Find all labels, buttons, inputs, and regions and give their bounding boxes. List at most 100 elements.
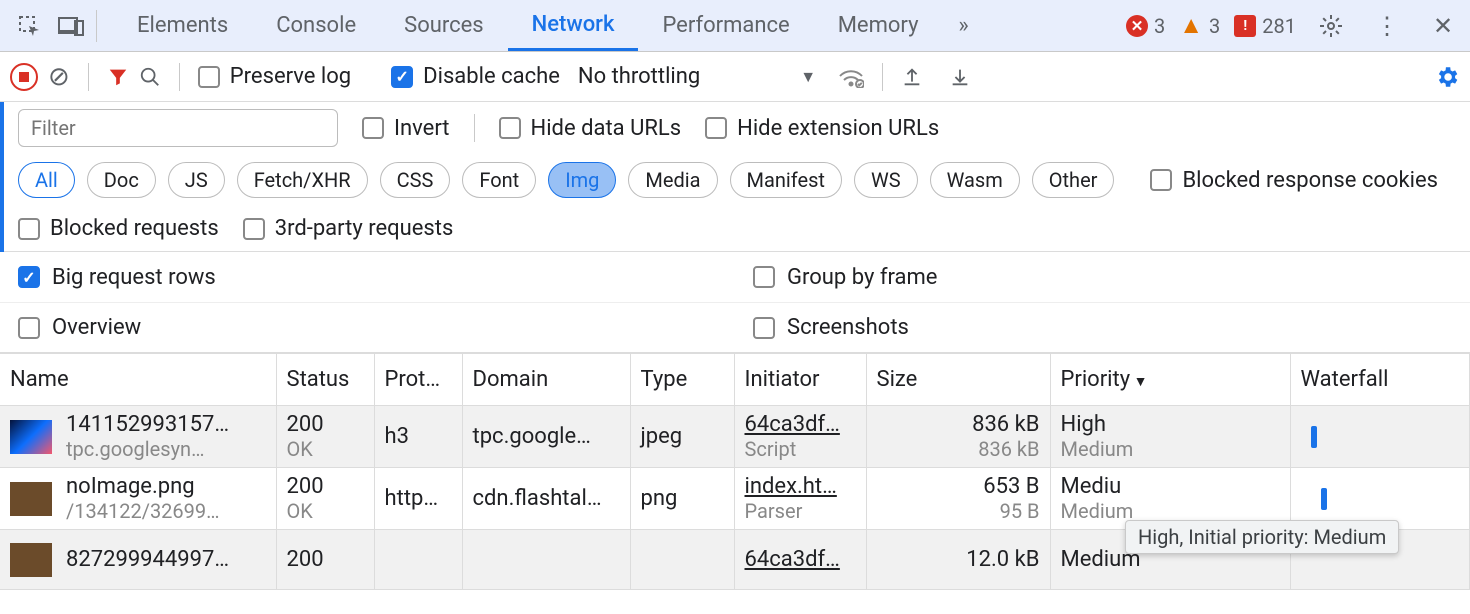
checkbox-icon[interactable] bbox=[18, 218, 40, 240]
tab-memory[interactable]: Memory bbox=[814, 0, 943, 51]
request-size: 836 kB836 kB bbox=[877, 412, 1040, 461]
request-protocol: h3 bbox=[374, 406, 462, 468]
type-chip-ws[interactable]: WS bbox=[854, 162, 918, 198]
checkbox-icon[interactable] bbox=[18, 317, 40, 339]
request-type bbox=[630, 530, 734, 590]
type-chip-js[interactable]: JS bbox=[168, 162, 225, 198]
tab-network[interactable]: Network bbox=[508, 0, 639, 51]
preserve-log-checkbox[interactable]: Preserve log bbox=[198, 64, 351, 89]
request-status: 200OK bbox=[287, 474, 364, 523]
type-chip-img[interactable]: Img bbox=[548, 162, 616, 198]
request-initiator[interactable]: index.ht…Parser bbox=[734, 468, 866, 530]
screenshots-checkbox[interactable]: Screenshots bbox=[735, 302, 1470, 352]
type-chip-media[interactable]: Media bbox=[628, 162, 717, 198]
tab-elements[interactable]: Elements bbox=[113, 0, 252, 51]
type-chip-other[interactable]: Other bbox=[1032, 162, 1115, 198]
group-by-frame-checkbox[interactable]: Group by frame bbox=[735, 252, 1470, 302]
checkbox-icon[interactable] bbox=[499, 117, 521, 139]
checkbox-icon[interactable] bbox=[753, 266, 775, 288]
request-thumbnail bbox=[10, 482, 52, 516]
chevron-down-icon: ▼ bbox=[800, 67, 816, 87]
network-settings-icon[interactable] bbox=[1434, 64, 1460, 90]
disable-cache-checkbox[interactable]: Disable cache bbox=[391, 64, 560, 89]
search-icon[interactable] bbox=[139, 66, 161, 88]
upload-har-icon[interactable] bbox=[901, 66, 923, 88]
error-count[interactable]: ✕ 3 bbox=[1126, 14, 1165, 38]
more-icon[interactable]: ⋮ bbox=[1366, 12, 1408, 40]
divider bbox=[96, 10, 97, 42]
col-waterfall[interactable]: Waterfall bbox=[1290, 354, 1470, 406]
type-chip-font[interactable]: Font bbox=[462, 162, 536, 198]
request-type: png bbox=[630, 468, 734, 530]
filter-panel: Invert Hide data URLs Hide extension URL… bbox=[0, 102, 1470, 252]
checkbox-icon[interactable] bbox=[753, 317, 775, 339]
throttling-select[interactable]: No throttling ▼ bbox=[578, 64, 816, 89]
request-waterfall[interactable] bbox=[1290, 406, 1470, 468]
type-chip-doc[interactable]: Doc bbox=[87, 162, 156, 198]
col-name[interactable]: Name bbox=[0, 354, 276, 406]
device-toggle-icon[interactable] bbox=[50, 0, 92, 52]
col-domain[interactable]: Domain bbox=[462, 354, 630, 406]
table-row[interactable]: 141152993157…tpc.googlesyn… 200OK h3 tpc… bbox=[0, 406, 1470, 468]
hide-data-urls-checkbox[interactable]: Hide data URLs bbox=[499, 116, 682, 141]
type-chip-wasm[interactable]: Wasm bbox=[930, 162, 1020, 198]
record-button[interactable] bbox=[10, 63, 38, 91]
issue-count[interactable]: ! 281 bbox=[1234, 14, 1296, 38]
tab-strip: Elements Console Sources Network Perform… bbox=[113, 0, 984, 51]
network-conditions-icon[interactable] bbox=[838, 66, 864, 88]
request-thumbnail bbox=[10, 543, 52, 577]
warning-count[interactable]: ▲ 3 bbox=[1179, 11, 1220, 40]
priority-tooltip: High, Initial priority: Medium bbox=[1125, 520, 1399, 554]
inspect-icon[interactable] bbox=[8, 0, 50, 52]
type-chip-manifest[interactable]: Manifest bbox=[730, 162, 842, 198]
tab-sources[interactable]: Sources bbox=[380, 0, 508, 51]
tab-console[interactable]: Console bbox=[252, 0, 380, 51]
big-request-rows-checkbox[interactable]: Big request rows bbox=[0, 252, 735, 302]
tab-performance[interactable]: Performance bbox=[638, 0, 813, 51]
settings-icon[interactable] bbox=[1310, 14, 1352, 38]
blocked-requests-checkbox[interactable]: Blocked requests bbox=[18, 216, 219, 241]
table-header-row: Name Status Prot… Domain Type Initiator … bbox=[0, 354, 1470, 406]
checkbox-icon[interactable] bbox=[391, 66, 413, 88]
request-domain: cdn.flashtal… bbox=[462, 468, 630, 530]
request-priority: HighMedium bbox=[1061, 412, 1280, 461]
close-icon[interactable]: ✕ bbox=[1422, 12, 1464, 40]
invert-checkbox[interactable]: Invert bbox=[362, 116, 450, 141]
status-counters: ✕ 3 ▲ 3 ! 281 ⋮ ✕ bbox=[1126, 11, 1470, 40]
checkbox-icon[interactable] bbox=[1150, 169, 1172, 191]
checkbox-icon[interactable] bbox=[198, 66, 220, 88]
clear-button[interactable]: ⊘ bbox=[48, 62, 70, 92]
col-priority[interactable]: Priority bbox=[1050, 354, 1290, 406]
issue-icon: ! bbox=[1234, 15, 1256, 37]
checkbox-icon[interactable] bbox=[705, 117, 727, 139]
col-initiator[interactable]: Initiator bbox=[734, 354, 866, 406]
checkbox-icon[interactable] bbox=[243, 218, 265, 240]
third-party-requests-checkbox[interactable]: 3rd-party requests bbox=[243, 216, 454, 241]
request-thumbnail bbox=[10, 420, 52, 454]
tabs-overflow-icon[interactable]: » bbox=[942, 13, 984, 38]
col-status[interactable]: Status bbox=[276, 354, 374, 406]
request-size: 653 B95 B bbox=[877, 474, 1040, 523]
checkbox-icon[interactable] bbox=[362, 117, 384, 139]
type-chip-all[interactable]: All bbox=[18, 162, 75, 198]
filter-toggle-icon[interactable] bbox=[107, 66, 129, 88]
divider bbox=[88, 63, 89, 91]
request-initiator[interactable]: 64ca3df…Script bbox=[734, 406, 866, 468]
blocked-cookies-checkbox[interactable]: Blocked response cookies bbox=[1150, 168, 1438, 193]
divider bbox=[882, 63, 883, 91]
request-type: jpeg bbox=[630, 406, 734, 468]
checkbox-icon[interactable] bbox=[18, 266, 40, 288]
request-domain: tpc.google… bbox=[462, 406, 630, 468]
col-protocol[interactable]: Prot… bbox=[374, 354, 462, 406]
col-size[interactable]: Size bbox=[866, 354, 1050, 406]
overview-checkbox[interactable]: Overview bbox=[0, 302, 735, 352]
filter-input[interactable] bbox=[18, 109, 338, 147]
view-options: Big request rows Group by frame Overview… bbox=[0, 252, 1470, 353]
network-table: Name Status Prot… Domain Type Initiator … bbox=[0, 353, 1470, 590]
col-type[interactable]: Type bbox=[630, 354, 734, 406]
type-chip-css[interactable]: CSS bbox=[380, 162, 451, 198]
hide-extension-urls-checkbox[interactable]: Hide extension URLs bbox=[705, 116, 939, 141]
download-har-icon[interactable] bbox=[949, 66, 971, 88]
request-initiator[interactable]: 64ca3df… bbox=[734, 530, 866, 590]
type-chip-fetchxhr[interactable]: Fetch/XHR bbox=[237, 162, 368, 198]
